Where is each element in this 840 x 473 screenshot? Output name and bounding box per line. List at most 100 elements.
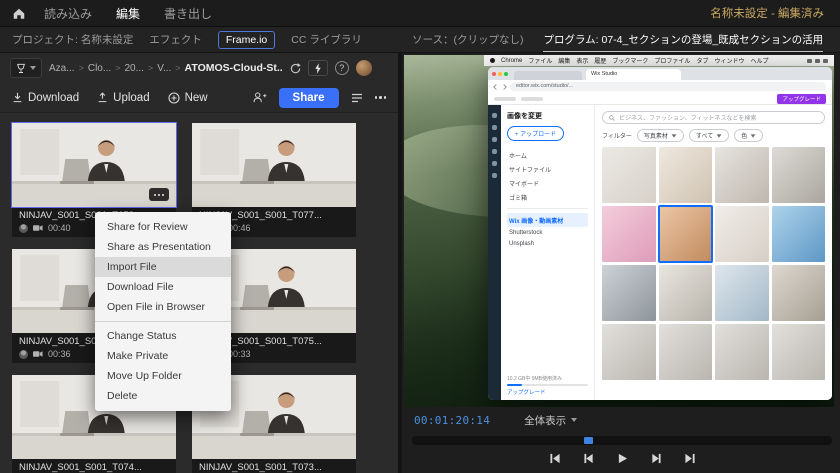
wix-source-unsplash: Unsplash [509,240,535,247]
right-panel-tabs: ソース：(クリップなし) プログラム: 07-4_セクションの登場_既成セクショ… [402,32,823,52]
mac-status-icons [807,58,828,63]
help-button[interactable]: ? [334,61,349,75]
frameio-panel: Aza... > Clo... > 20... > V... > ATOMOS-… [0,53,402,473]
breadcrumb-separator: > [78,63,84,73]
tab-project[interactable]: プロジェクト: 名称未設定 [12,32,133,47]
chip-label: すべて [695,134,714,140]
program-video-frame: Chrome ファイル 編集 表示 履歴 ブックマーク プロファイル タブ ウィ… [404,55,834,407]
menu-item-change-status[interactable]: Change Status [95,326,231,346]
menu-item-make-private[interactable]: Make Private [95,346,231,366]
breadcrumb-item[interactable]: Aza... [49,63,75,74]
breadcrumb-current-folder[interactable]: ATOMOS-Cloud-St.. [185,62,283,74]
menu-item-share-for-review[interactable]: Share for Review [95,217,231,237]
breadcrumb-item[interactable]: V... [157,63,171,74]
wix-filter-chip-media-type: 写真素材 [636,129,684,142]
download-icon [13,92,22,103]
tab-effects[interactable]: エフェクト [149,32,202,47]
breadcrumb-separator: > [175,63,181,73]
uploader-avatar [19,223,28,233]
app-top-bar: 読み込み 編集 書き出し 名称未設定 - 編集済み [0,0,840,27]
clip-duration: 00:40 [48,223,71,233]
wix-editor-top-bar: アップグレード [488,93,832,105]
stock-photo [658,324,712,380]
breadcrumb-separator: > [115,63,121,73]
program-monitor-panel: Chrome ファイル 編集 表示 履歴 ブックマーク プロファイル タブ ウィ… [402,53,840,473]
search-icon [609,114,615,121]
clip-preview-image [192,123,356,207]
wix-filter-chip-color: 色 [734,129,764,142]
monitor-control-bar: 00:01:20:14 全体表示 [404,407,840,433]
menu-item-move-up-folder[interactable]: Move Up Folder [95,366,231,386]
wix-filter-row: フィルター 写真素材 すべて 色 [602,129,825,142]
frameio-breadcrumb-row: Aza... > Clo... > 20... > V... > ATOMOS-… [0,53,398,83]
go-to-out-button[interactable] [684,451,696,469]
current-timecode[interactable]: 00:01:20:14 [414,414,490,427]
menu-item-import-file[interactable]: Import File [95,257,231,277]
stock-photo [658,147,712,203]
breadcrumb: Aza... > Clo... > 20... > V... > ATOMOS-… [49,62,283,74]
wix-menu-placeholder [494,96,516,101]
clip-name: NINJAV_S001_S001_T074... [19,462,142,473]
step-forward-button[interactable] [650,451,662,469]
tab-export[interactable]: 書き出し [164,5,212,22]
wix-left-icon-rail [488,105,501,400]
menu-separator [95,321,231,322]
playhead-marker[interactable] [584,437,594,444]
zoom-level-dropdown[interactable]: 全体表示 [524,413,578,428]
left-panel-tabs: プロジェクト: 名称未設定 エフェクト Frame.io CC ライブラリ [0,30,402,49]
tab-cc-libraries[interactable]: CC ライブラリ [291,32,362,47]
view-options-icon[interactable] [351,93,363,103]
wix-filter-chip-all: すべて [688,129,730,142]
wix-nav-boards: マイボード [509,181,540,188]
menu-item-share-as-presentation[interactable]: Share as Presentation [95,237,231,257]
breadcrumb-item[interactable]: Clo... [88,63,111,74]
zoom-level-label: 全体表示 [524,414,567,427]
workspace-switcher[interactable] [10,58,42,78]
stock-photo [771,147,825,203]
menu-item-download-file[interactable]: Download File [95,277,231,297]
clip-context-menu: Share for Review Share as Presentation I… [95,212,231,411]
stock-photo [602,147,656,203]
wix-stock-media-panel: ビジネス、ファッション、フィットネスなどを検索 フィルター 写真素材 すべて 色 [595,105,832,400]
video-browser-window: Wix Studio editor.wix.com/studio/... アップ… [488,67,832,400]
go-to-in-button[interactable] [549,451,561,469]
breadcrumb-item[interactable]: 20... [124,63,143,74]
clip-name-bar: NINJAV_S001_S001_T073... [192,459,356,473]
play-button[interactable] [617,451,628,469]
transport-controls [404,451,840,469]
clip-thumbnail[interactable] [192,123,356,207]
tab-source-monitor[interactable]: ソース：(クリップなし) [412,32,523,47]
refresh-icon[interactable] [290,62,301,74]
tab-frameio[interactable]: Frame.io [217,30,276,49]
upload-button[interactable]: Upload [97,92,150,104]
menu-item-open-file-in-browser[interactable]: Open File in Browser [95,297,231,317]
more-options-icon[interactable] [374,96,386,99]
share-button[interactable]: Share [278,87,339,108]
tab-edit[interactable]: 編集 [116,5,140,22]
tab-program-monitor[interactable]: プログラム: 07-4_セクションの登場_既成セクションの活用 [543,32,823,52]
mac-menu-item: 履歴 [594,59,607,65]
tab-import[interactable]: 読み込み [44,5,92,22]
mac-menu-item: Chrome [501,57,523,64]
back-icon [493,83,499,90]
mac-menu-item: プロファイル [654,59,691,65]
clip-duration: 00:33 [228,349,251,359]
clip-more-button[interactable] [149,188,169,201]
download-button[interactable]: Download [12,92,79,104]
chevron-down-icon [30,66,36,70]
premiere-app-window: 読み込み 編集 書き出し 名称未設定 - 編集済み プロジェクト: 名称未設定 … [0,0,840,473]
stock-photo-selected [657,205,713,263]
add-collaborator-icon[interactable] [253,92,267,103]
quick-actions-button[interactable] [307,60,328,76]
menu-item-delete[interactable]: Delete [95,386,231,406]
timeline-scrubber[interactable] [412,436,832,445]
new-button[interactable]: New [168,92,208,104]
user-avatar[interactable] [355,60,372,76]
step-back-button[interactable] [583,451,595,469]
clip-thumbnail[interactable] [11,122,177,208]
wix-storage-bar [507,384,588,386]
home-icon[interactable] [12,7,26,20]
upload-icon [98,92,107,103]
chevron-down-icon [716,133,722,138]
wix-search-field: ビジネス、ファッション、フィットネスなどを検索 [602,111,825,124]
